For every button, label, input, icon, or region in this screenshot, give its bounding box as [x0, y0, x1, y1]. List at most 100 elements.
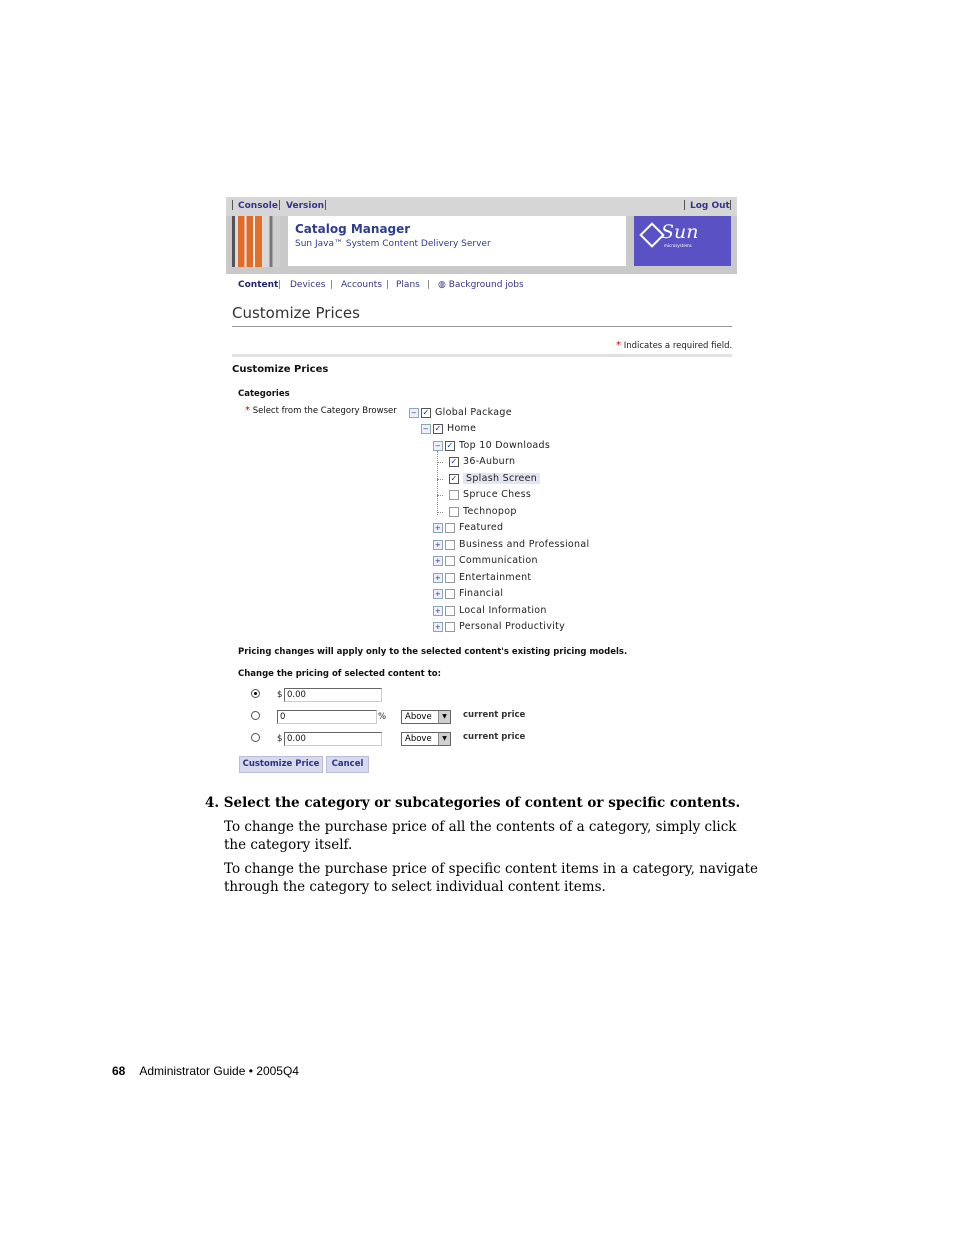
tree-node-label[interactable]: Financial — [459, 588, 503, 599]
app-subtitle: Sun Java™ System Content Delivery Server — [295, 239, 491, 249]
tree-node: Spruce Chess — [445, 489, 531, 502]
collapse-icon[interactable]: − — [433, 440, 443, 451]
tree-checkbox[interactable]: ✓ — [421, 407, 431, 418]
tree-node-label[interactable]: Communication — [459, 555, 538, 566]
radio-amount-price[interactable] — [251, 733, 260, 742]
percent-direction-select[interactable]: Above ▼ — [401, 710, 451, 724]
top-utility-bar: Console Version Log Out — [226, 197, 737, 216]
nav-content[interactable]: Content — [238, 280, 278, 290]
tree-checkbox[interactable]: ✓ — [449, 456, 459, 467]
expand-icon[interactable]: + — [433, 539, 443, 550]
tree-node-label[interactable]: Technopop — [463, 506, 517, 517]
banner: Catalog Manager Sun Java™ System Content… — [226, 216, 737, 274]
tree-node-label[interactable]: Top 10 Downloads — [459, 440, 550, 451]
tree-node-label[interactable]: Entertainment — [459, 572, 531, 583]
expand-icon[interactable]: + — [433, 588, 443, 599]
tree-checkbox[interactable]: ✓ — [449, 473, 459, 484]
page-title: Customize Prices — [232, 304, 360, 322]
radio-percent-price[interactable] — [251, 711, 260, 720]
change-pricing-label: Change the pricing of selected content t… — [238, 669, 442, 679]
category-browser-label-text: Select from the Category Browser — [252, 406, 397, 416]
tree-node-label[interactable]: Business and Professional — [459, 539, 589, 550]
nav-devices[interactable]: Devices — [290, 280, 325, 290]
tree-checkbox[interactable] — [445, 621, 455, 632]
console-link[interactable]: Console — [238, 201, 278, 211]
expand-icon[interactable]: + — [433, 605, 443, 616]
tree-checkbox[interactable] — [445, 555, 455, 566]
tree-checkbox[interactable]: ✓ — [433, 423, 443, 434]
customize-price-button[interactable]: Customize Price — [239, 756, 323, 773]
tree-node-label[interactable]: Home — [447, 423, 476, 434]
tree-node-label[interactable]: 36-Auburn — [463, 456, 515, 467]
tree-checkbox[interactable] — [445, 605, 455, 616]
nav-separator: | — [278, 280, 282, 290]
globe-icon: ◍ — [438, 280, 446, 290]
tree-node-label[interactable]: Featured — [459, 522, 503, 533]
section-heading: Customize Prices — [232, 364, 329, 375]
cancel-button[interactable]: Cancel — [326, 756, 369, 773]
version-link[interactable]: Version — [286, 201, 324, 211]
tree-node: + Personal Productivity — [433, 621, 565, 634]
tree-node: + Business and Professional — [433, 539, 589, 552]
required-star-icon: * — [245, 405, 250, 416]
tree-checkbox[interactable]: ✓ — [445, 440, 455, 451]
nav-separator: | — [330, 280, 334, 290]
tree-node: − ✓ Home — [421, 423, 476, 436]
tree-node-label[interactable]: Global Package — [435, 407, 512, 418]
nav-separator: | — [386, 280, 390, 290]
logout-link[interactable]: Log Out — [690, 201, 730, 211]
banner-title-panel: Catalog Manager Sun Java™ System Content… — [288, 216, 626, 266]
percent-direction-value: Above — [405, 712, 432, 722]
tree-checkbox[interactable] — [445, 522, 455, 533]
nav-background-jobs[interactable]: ◍ Background jobs — [438, 280, 524, 290]
categories-label: Categories — [238, 389, 290, 399]
tree-node: + Financial — [433, 588, 503, 601]
sun-logo: Sun microsystems — [634, 216, 731, 266]
title-divider — [232, 326, 732, 327]
amount-direction-value: Above — [405, 734, 432, 744]
expand-icon[interactable]: + — [433, 522, 443, 533]
expand-icon[interactable]: + — [433, 555, 443, 566]
expand-icon[interactable]: + — [433, 621, 443, 632]
tree-checkbox[interactable] — [449, 506, 459, 517]
tree-node-label[interactable]: Spruce Chess — [463, 489, 531, 500]
tree-connector — [437, 462, 443, 463]
separator — [325, 200, 326, 210]
banner-image — [232, 216, 280, 267]
radio-fixed-price[interactable] — [251, 689, 260, 698]
nav-background-jobs-label: Background jobs — [448, 280, 524, 290]
tree-checkbox[interactable] — [445, 539, 455, 550]
nav-accounts[interactable]: Accounts — [341, 280, 382, 290]
screenshot-figure: Console Version Log Out Catalog Manager … — [226, 197, 737, 780]
amount-direction-select[interactable]: Above ▼ — [401, 732, 451, 746]
tree-node: + Featured — [433, 522, 503, 535]
required-star-icon: * — [616, 340, 621, 351]
percent-symbol: % — [378, 712, 387, 722]
tree-node-label[interactable]: Splash Screen — [463, 473, 541, 484]
tree-node-label[interactable]: Local Information — [459, 605, 547, 616]
tree-checkbox[interactable] — [445, 588, 455, 599]
currency-symbol: $ — [277, 690, 283, 700]
collapse-icon[interactable]: − — [421, 423, 431, 434]
step-heading: 4. Select the category or subcategories … — [205, 795, 741, 811]
tree-node: Technopop — [445, 506, 517, 519]
separator — [279, 200, 280, 210]
percent-input[interactable]: 0 — [277, 710, 377, 724]
fixed-price-input[interactable]: 0.00 — [284, 688, 382, 702]
amount-input[interactable]: 0.00 — [284, 732, 382, 746]
separator — [684, 200, 685, 210]
tree-connector — [437, 495, 443, 496]
nav-plans[interactable]: Plans — [396, 280, 420, 290]
app-title: Catalog Manager — [295, 222, 411, 236]
tree-checkbox[interactable] — [445, 572, 455, 583]
separator — [232, 200, 233, 210]
section-divider — [232, 354, 732, 357]
nav-separator: | — [427, 280, 431, 290]
tree-checkbox[interactable] — [449, 489, 459, 500]
expand-icon[interactable]: + — [433, 572, 443, 583]
required-note-text: Indicates a required field. — [623, 341, 733, 351]
tree-node: + Local Information — [433, 605, 547, 618]
tree-node: ✓ 36-Auburn — [445, 456, 515, 469]
collapse-icon[interactable]: − — [409, 407, 419, 418]
tree-node-label[interactable]: Personal Productivity — [459, 621, 565, 632]
